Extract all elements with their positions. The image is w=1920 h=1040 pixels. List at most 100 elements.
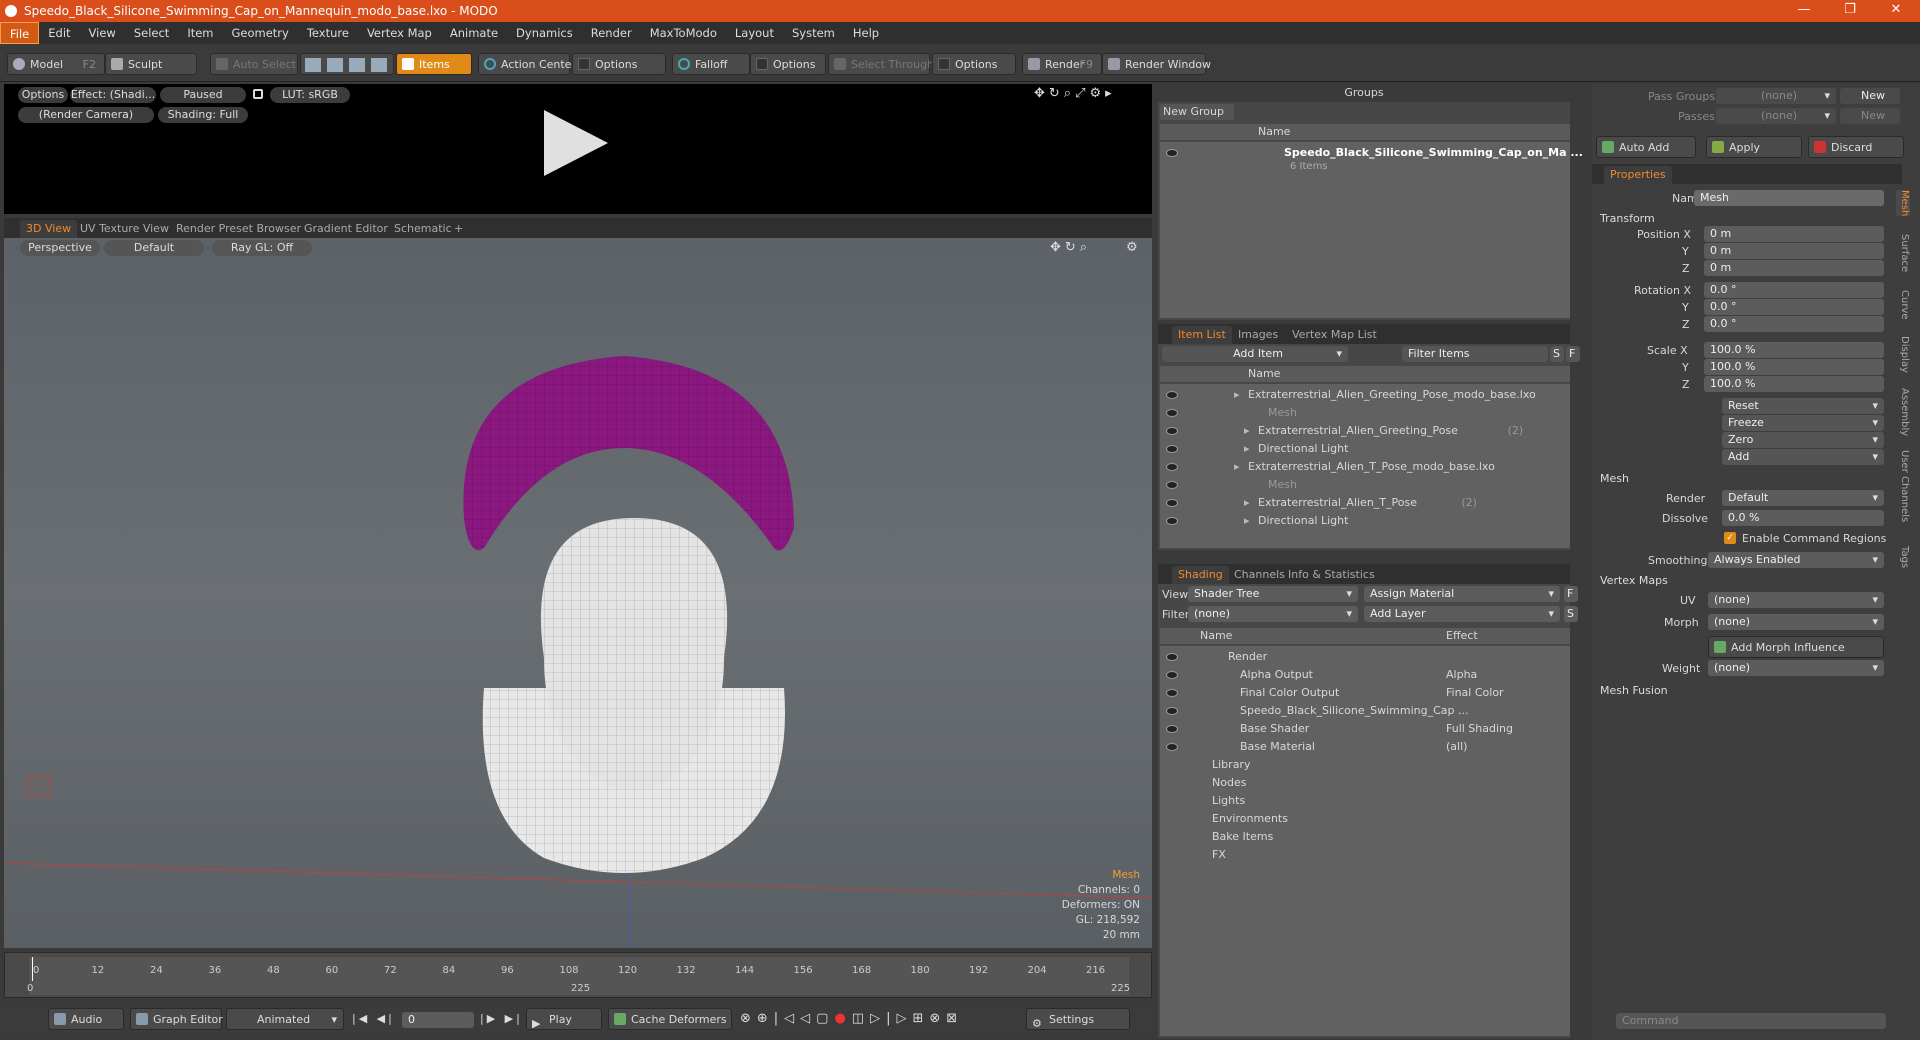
transport-prev-icons[interactable]: |◀ ◀| [352,1012,395,1025]
new-pass-group-button[interactable]: New [1840,88,1900,104]
viewport-nav-icons[interactable]: ✥↻⌕ [1050,240,1091,255]
close-icon[interactable]: ✕ [1876,0,1916,22]
smoothing-dropdown[interactable]: Always Enabled [1708,552,1884,568]
add-dropdown[interactable]: Add [1722,449,1884,465]
add-tab-icon[interactable]: + [448,220,469,238]
item-row[interactable]: ▸ Extraterrestrial_Alien_T_Pose_modo_base… [1160,458,1560,476]
item-row[interactable]: ▸ Extraterrestrial_Alien_Greeting_Pose (2) [1160,422,1560,440]
tab-item-list[interactable]: Item List [1172,326,1232,344]
expand-arrow-icon[interactable]: ▸ [1234,458,1240,476]
vtab-user-channels[interactable]: User Channels [1896,450,1910,522]
menu-file[interactable]: File [0,22,40,44]
edge-mode-icon[interactable] [327,58,343,72]
vtab-display[interactable]: Display [1896,336,1910,373]
expand-arrow-icon[interactable]: ▸ [1244,494,1250,512]
itemlist-rows[interactable]: ▸ Extraterrestrial_Alien_Greeting_Pose_mo… [1160,384,1570,548]
shader-row[interactable]: Final Color Output Final Color [1160,684,1560,702]
tab-info-statistics[interactable]: Info & Statistics [1282,566,1381,584]
play-icon[interactable] [544,110,608,176]
menu-layout[interactable]: Layout [726,22,783,44]
preview-options-button[interactable]: Options [18,87,68,103]
filter-dropdown[interactable]: (none) [1188,606,1358,622]
maximize-icon[interactable]: ❐ [1830,0,1870,22]
rotation-y-input[interactable]: 0.0 ° [1704,299,1884,315]
tab-shading[interactable]: Shading [1172,566,1229,584]
falloff-button[interactable]: Falloff [672,53,750,75]
tab-3d-view[interactable]: 3D View [20,220,78,238]
shader-row-effect[interactable]: Full Shading [1446,720,1513,738]
vertex-maps-section[interactable]: Vertex Maps [1600,574,1668,587]
expand-arrow-icon[interactable]: ▸ [1244,422,1250,440]
eye-icon[interactable] [1166,149,1178,157]
vtab-mesh[interactable]: Mesh [1896,190,1910,217]
vertex-mode-icon[interactable] [305,58,321,72]
reset-dropdown[interactable]: Reset [1722,398,1884,414]
discard-button[interactable]: Discard [1808,136,1904,158]
auto-select-button[interactable]: Auto Select [210,53,298,75]
transport-next-icons[interactable]: |▶ ▶| [480,1012,523,1025]
polygon-mode-icon[interactable] [349,58,365,72]
vtab-curve[interactable]: Curve [1896,290,1910,320]
item-row[interactable]: ▸ Directional Light [1160,512,1560,530]
preview-paused-button[interactable]: Paused [160,87,246,103]
eye-icon[interactable] [1166,689,1178,697]
filter-items-input[interactable]: Filter Items [1402,346,1548,362]
eye-icon[interactable] [1166,463,1178,471]
eye-icon[interactable] [1166,707,1178,715]
viewport-settings-icon[interactable]: ⚙ [1126,240,1138,255]
name-input[interactable]: Mesh [1694,190,1884,206]
scale-z-input[interactable]: 100.0 % [1704,376,1884,392]
eye-icon[interactable] [1166,391,1178,399]
preview-effect-dropdown[interactable]: Effect: (Shadi... [70,87,156,103]
apply-button[interactable]: Apply [1706,136,1802,158]
item-row[interactable]: Mesh [1160,476,1560,494]
menu-system[interactable]: System [783,22,844,44]
eye-icon[interactable] [1166,725,1178,733]
eye-icon[interactable] [1166,743,1178,751]
graph-editor-button[interactable]: Graph Editor [130,1008,223,1030]
enable-command-regions-checkbox[interactable]: ✓ [1724,532,1736,544]
shader-row[interactable]: Nodes [1160,774,1560,792]
options-button-2[interactable]: Options [750,53,826,75]
menu-select[interactable]: Select [125,22,178,44]
tab-uv-texture-view[interactable]: UV Texture View [74,220,175,238]
frame-input[interactable]: 0 [402,1012,474,1028]
position-x-input[interactable]: 0 m [1704,226,1884,242]
material-mode-icon[interactable] [371,58,387,72]
menu-animate[interactable]: Animate [441,22,507,44]
group-item[interactable]: Speedo_Black_Silicone_Swimming_Cap_on_Ma… [1160,144,1583,172]
eye-icon[interactable] [1166,427,1178,435]
shader-row[interactable]: Alpha Output Alpha [1160,666,1560,684]
render-window-button[interactable]: Render Window [1102,53,1211,75]
menu-dynamics[interactable]: Dynamics [507,22,582,44]
key-tools-icons[interactable]: ⊗⊕|◁◁▢●◫▷|▷⊞⊗⊠ [740,1011,963,1026]
add-morph-influence-button[interactable]: Add Morph Influence [1708,636,1884,658]
eye-icon[interactable] [1166,445,1178,453]
tab-vertex-map-list[interactable]: Vertex Map List [1286,326,1383,344]
position-z-input[interactable]: 0 m [1704,260,1884,276]
groups-list[interactable]: Speedo_Black_Silicone_Swimming_Cap_on_Ma… [1160,142,1583,318]
raygl-dropdown[interactable]: Ray GL: Off [212,240,312,256]
expand-arrow-icon[interactable]: ▸ [1244,440,1250,458]
menu-item[interactable]: Item [178,22,222,44]
tab-render-preset-browser[interactable]: Render Preset Browser [170,220,307,238]
dissolve-input[interactable]: 0.0 % [1722,510,1884,526]
shader-row[interactable]: FX [1160,846,1560,864]
itemlist-f-button[interactable]: F [1566,346,1580,362]
item-row[interactable]: ▸ Extraterrestrial_Alien_Greeting_Pose_mo… [1160,386,1560,404]
render-button[interactable]: Render F9 [1022,53,1102,75]
model-button[interactable]: Model F2 [7,53,105,75]
minimize-icon[interactable]: — [1784,0,1824,22]
default-dropdown[interactable]: Default [104,240,204,256]
rotation-x-input[interactable]: 0.0 ° [1704,282,1884,298]
shader-row[interactable]: Bake Items [1160,828,1560,846]
weight-dropdown[interactable]: (none) [1708,660,1884,676]
preview-lut-dropdown[interactable]: LUT: sRGB [270,87,350,103]
play-button[interactable]: ▶ Play [526,1008,602,1030]
preview-shading-dropdown[interactable]: Shading: Full [158,107,248,123]
audio-button[interactable]: Audio [48,1008,124,1030]
shader-row[interactable]: Base Material (all) [1160,738,1560,756]
rotation-z-input[interactable]: 0.0 ° [1704,316,1884,332]
cache-deformers-button[interactable]: Cache Deformers [608,1008,732,1030]
command-input[interactable]: Command [1616,1013,1886,1029]
